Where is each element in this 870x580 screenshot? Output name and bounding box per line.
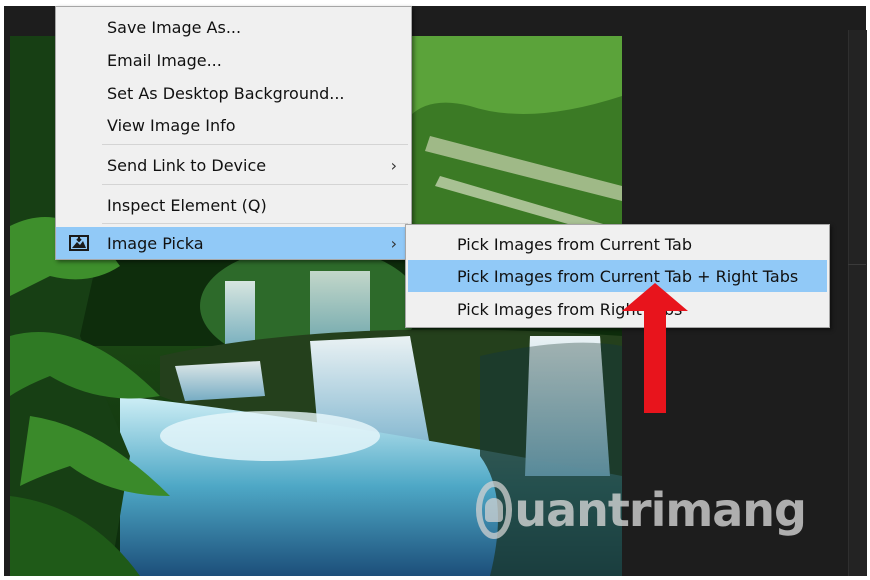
- image-picka-icon: [69, 235, 89, 251]
- chevron-right-icon: ›: [390, 155, 397, 175]
- menu-item-inspect-element[interactable]: Inspect Element (Q): [56, 189, 411, 221]
- menu-item-label: View Image Info: [107, 115, 236, 135]
- menu-item-label: Set As Desktop Background...: [107, 83, 345, 103]
- context-menu: Save Image As... Email Image... Set As D…: [55, 6, 412, 260]
- menu-item-set-desktop-background[interactable]: Set As Desktop Background...: [56, 77, 411, 109]
- lightbulb-icon: [476, 481, 513, 539]
- menu-item-label: Inspect Element (Q): [107, 195, 267, 215]
- chevron-right-icon: ›: [390, 233, 397, 253]
- menu-item-label: Send Link to Device: [107, 155, 267, 175]
- menu-item-save-image[interactable]: Save Image As...: [56, 11, 411, 43]
- menu-separator: [102, 184, 408, 185]
- menu-item-label: Image Picka: [107, 233, 204, 253]
- image-picka-submenu: Pick Images from Current Tab Pick Images…: [405, 224, 830, 328]
- menu-item-label: Email Image...: [107, 50, 222, 70]
- menu-item-view-image-info[interactable]: View Image Info: [56, 109, 411, 141]
- side-panel: [848, 30, 867, 576]
- red-arrow-overlay: [622, 283, 688, 413]
- submenu-item-pick-current-tab[interactable]: Pick Images from Current Tab: [408, 228, 827, 260]
- menu-item-image-picka[interactable]: Image Picka ›: [56, 227, 411, 259]
- menu-separator: [102, 223, 408, 224]
- submenu-item-label: Pick Images from Current Tab: [457, 234, 693, 254]
- submenu-item-pick-right-tabs[interactable]: Pick Images from Right Tabs: [408, 293, 827, 325]
- menu-separator: [102, 144, 408, 145]
- menu-item-email-image[interactable]: Email Image...: [56, 44, 411, 76]
- submenu-item-pick-current-and-right-tabs[interactable]: Pick Images from Current Tab + Right Tab…: [408, 260, 827, 292]
- side-panel-divider: [848, 264, 866, 265]
- menu-item-label: Save Image As...: [107, 17, 242, 37]
- quantrimang-watermark: uantrimang: [476, 470, 807, 550]
- watermark-text: uantrimang: [514, 483, 807, 537]
- menu-item-send-link-to-device[interactable]: Send Link to Device ›: [56, 149, 411, 181]
